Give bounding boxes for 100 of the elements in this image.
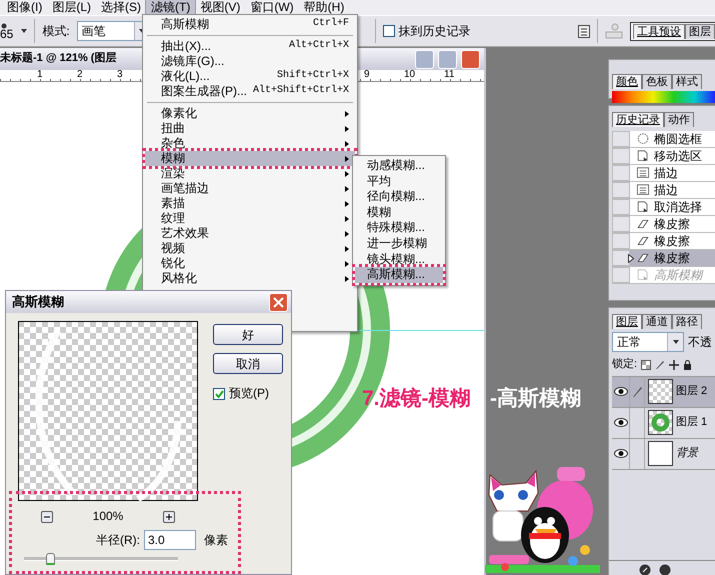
dropdown-icon[interactable] (21, 29, 28, 33)
panel-tab[interactable]: 颜色 (612, 74, 642, 89)
radius-input[interactable]: 3.0 (144, 530, 196, 550)
menu-item[interactable]: 图案生成器(P)... Alt+Shift+Ctrl+X (145, 84, 355, 99)
menu-item[interactable]: 视图(V) (195, 0, 246, 15)
history-item[interactable]: 椭圆选框 (612, 131, 715, 148)
palette-well-tab[interactable]: 工具预设 (633, 24, 685, 38)
menu-item[interactable]: 扭曲 (145, 121, 355, 136)
menu-item[interactable]: 特殊模糊... (355, 220, 443, 236)
menu-item[interactable]: 径向模糊... (355, 189, 443, 205)
layer-row[interactable]: 图层 1 (612, 408, 715, 439)
panel-tab[interactable]: 历史记录 (612, 112, 664, 127)
menu-item[interactable]: 高斯模糊... (355, 267, 443, 283)
menu-item[interactable]: 动感模糊... (355, 158, 443, 174)
opacity-label: 不透 (688, 334, 712, 350)
eye-icon[interactable] (614, 449, 628, 458)
history-label[interactable]: 椭圆选框 (654, 132, 702, 146)
layer-row[interactable]: 背景 (612, 438, 715, 470)
lock-transparency-icon[interactable] (641, 360, 652, 370)
menu-item[interactable]: 帮助(H) (298, 0, 350, 15)
blend-mode-select[interactable]: 正常 (612, 332, 684, 352)
menu-item[interactable]: 滤镜(T) (146, 0, 196, 15)
menu-item[interactable]: 选择(S) (96, 0, 146, 15)
dialog-button[interactable]: 好 (213, 324, 283, 345)
layer-thumbnail (648, 410, 673, 436)
brush-icon[interactable] (655, 360, 666, 370)
history-label[interactable]: 描边 (654, 182, 678, 198)
zoom-out-button[interactable] (40, 510, 53, 522)
history-label[interactable]: 橡皮擦 (654, 250, 690, 266)
history-label[interactable]: 橡皮擦 (654, 234, 690, 248)
eraser-icon (636, 252, 650, 264)
panel-tab[interactable]: 动作 (664, 112, 694, 127)
layer-name[interactable]: 背景 (676, 446, 698, 461)
close-button[interactable] (461, 50, 480, 68)
menu-item[interactable]: 像素化 (145, 106, 355, 121)
history-item[interactable]: 描边 (612, 182, 715, 199)
checkbox[interactable] (382, 25, 395, 37)
list-icon (636, 184, 650, 196)
panel-tab[interactable]: 色板 (642, 74, 672, 89)
menu-item[interactable]: 平均 (355, 174, 443, 190)
menu-item[interactable]: 图像(I) (2, 0, 48, 15)
history-label[interactable]: 取消选择 (654, 200, 702, 214)
panel-tab[interactable]: 通道 (642, 314, 672, 329)
menu-item[interactable]: 镜头模糊... (355, 252, 443, 268)
layer-style-icon[interactable] (639, 564, 651, 575)
checkbox-label[interactable]: 预览(P) (229, 386, 269, 401)
history-label[interactable]: 橡皮擦 (654, 216, 690, 232)
ruler-number: 3 (117, 70, 124, 81)
slider-thumb[interactable] (46, 553, 56, 565)
lock-label: 锁定: (612, 358, 638, 372)
layer-row[interactable]: 图层 2 (612, 376, 715, 408)
minus-icon[interactable] (44, 516, 50, 518)
palette-menu-icon[interactable] (578, 24, 590, 38)
document-icon (636, 201, 650, 213)
dialog-button[interactable]: 取消 (213, 353, 283, 374)
eye-icon[interactable] (614, 418, 628, 428)
close-icon[interactable] (273, 296, 284, 308)
brush-icon[interactable] (632, 386, 642, 398)
palette-well-tab[interactable]: 图层 (685, 24, 715, 38)
zoom-in-button[interactable] (163, 510, 176, 522)
ruler-number: 9 (364, 70, 371, 81)
checkbox[interactable] (213, 388, 225, 400)
menu-item[interactable]: 进一步模糊 (355, 236, 443, 252)
layer-mask-icon[interactable] (659, 564, 671, 575)
menu-item[interactable]: 图层(L) (47, 0, 96, 15)
panel-tab[interactable]: 图层 (612, 314, 642, 329)
menu-item[interactable]: 模糊 (145, 151, 355, 166)
close-button[interactable] (269, 292, 288, 312)
history-state-marker-icon[interactable] (628, 254, 634, 262)
history-source-box[interactable] (612, 250, 630, 266)
lock-icon[interactable] (683, 360, 692, 370)
menu-item[interactable]: 滤镜库(G)... (145, 54, 355, 69)
document-icon (636, 269, 650, 281)
checkbox-label[interactable]: 抹到历史记录 (398, 24, 471, 38)
menu-item[interactable]: 窗口(W) (245, 0, 299, 15)
history-item[interactable]: 移动选区 (612, 148, 715, 165)
move-icon[interactable] (669, 360, 680, 370)
brush-size[interactable]: 65 (0, 28, 14, 40)
menu-item[interactable]: 液化(L)... Shift+Ctrl+X (145, 69, 355, 84)
plus-icon[interactable] (166, 514, 172, 520)
layer-name[interactable]: 图层 1 (676, 416, 708, 430)
panel-tab[interactable]: 样式 (672, 74, 702, 89)
menu-item[interactable]: 模糊 (355, 204, 443, 220)
document-icon (636, 150, 650, 162)
layer-name[interactable]: 图层 2 (676, 384, 708, 399)
history-label[interactable]: 移动选区 (654, 148, 702, 164)
history-item[interactable]: 橡皮擦 (612, 216, 715, 233)
history-item[interactable]: 描边 (612, 165, 715, 182)
eraser-icon (636, 235, 650, 247)
dropdown-icon[interactable] (667, 333, 683, 351)
history-label[interactable]: 描边 (654, 166, 678, 180)
color-spectrum[interactable] (612, 91, 715, 103)
panel-tab[interactable]: 路径 (672, 314, 702, 329)
eye-icon[interactable] (614, 387, 628, 396)
menu-item[interactable]: 抽出(X)... Alt+Ctrl+X (145, 39, 355, 54)
ruler-number: 2 (77, 70, 84, 81)
history-item[interactable]: 取消选择 (612, 199, 715, 216)
ruler-number: 10 (404, 70, 416, 81)
list-icon (636, 167, 650, 179)
history-item[interactable]: 橡皮擦 (612, 250, 715, 267)
